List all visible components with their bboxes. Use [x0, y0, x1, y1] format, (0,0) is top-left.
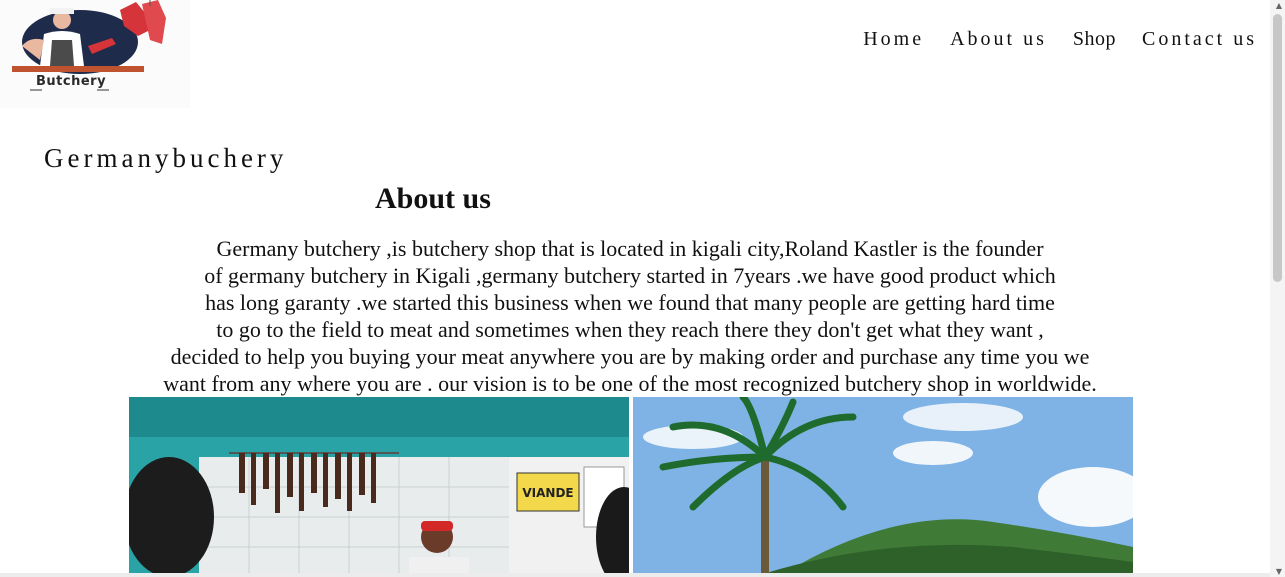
nav-contact-us[interactable]: Contact us	[1142, 28, 1257, 51]
about-heading: About us	[375, 182, 491, 215]
about-line: has long garanty .we started this busine…	[205, 290, 1055, 315]
horizontal-scrollbar[interactable]	[0, 573, 1270, 577]
nav-home[interactable]: Home	[863, 28, 924, 51]
about-line: of germany butchery in Kigali ,germany b…	[204, 263, 1056, 288]
about-line: to go to the field to meat and sometimes…	[216, 317, 1044, 342]
nav-shop[interactable]: Shop	[1073, 28, 1116, 51]
logo[interactable]: Butchery	[0, 0, 190, 108]
brand-name: Germanybuchery	[44, 143, 288, 173]
about-line: decided to help you buying your meat any…	[170, 344, 1090, 369]
viande-sign: VIANDE	[522, 486, 573, 500]
about-paragraph: Germany butchery ,is butchery shop that …	[100, 235, 1160, 397]
main-nav: Home About us Shop Contact us	[863, 28, 1257, 51]
about-line: want from any where you are . our vision…	[163, 371, 1097, 396]
shop-interior-photo: VIANDE	[129, 397, 629, 574]
scrollbar-thumb[interactable]	[1273, 14, 1282, 282]
about-line: Germany butchery ,is butchery shop that …	[216, 236, 1044, 261]
vertical-scrollbar[interactable]: ▲ ▼	[1270, 0, 1285, 577]
nav-about-us[interactable]: About us	[950, 28, 1047, 51]
scroll-down-icon[interactable]: ▼	[1276, 567, 1282, 576]
logo-title: Butchery	[36, 74, 107, 89]
landscape-photo	[633, 397, 1133, 574]
butcher-logo-icon	[12, 0, 166, 91]
scroll-up-icon[interactable]: ▲	[1276, 1, 1282, 10]
